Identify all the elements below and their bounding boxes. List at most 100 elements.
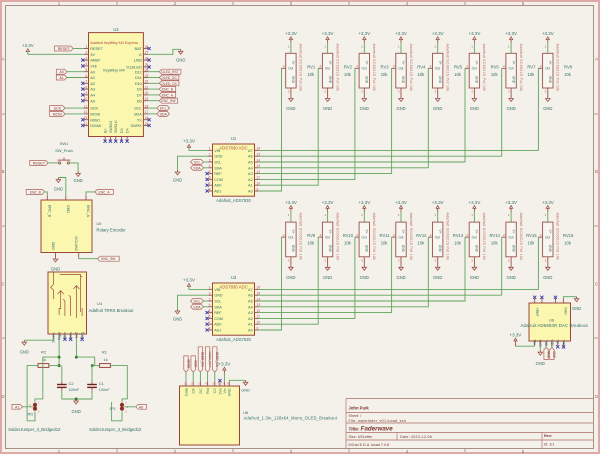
svg-text:ItsyBitsy M4: ItsyBitsy M4: [103, 68, 125, 73]
svg-text:+3.3V: +3.3V: [395, 200, 407, 205]
svg-text:28: 28: [145, 45, 149, 49]
svg-text:10k: 10k: [528, 241, 536, 246]
svg-text:U6: U6: [549, 318, 555, 323]
svg-text:ENC_SW: ENC_SW: [101, 257, 116, 261]
svg-text:MOSI: MOSI: [90, 112, 100, 117]
svg-text:GND: GND: [433, 275, 442, 280]
svg-text:A5: A5: [248, 161, 253, 165]
svg-text:10k: 10k: [564, 72, 572, 77]
svg-text:GND: GND: [396, 275, 405, 280]
svg-text:D12: D12: [135, 69, 143, 74]
svg-text:GND: GND: [396, 106, 405, 111]
svg-text:Vin: Vin: [223, 388, 227, 393]
svg-text:GND: GND: [291, 76, 295, 84]
svg-text:A4: A4: [248, 166, 253, 170]
svg-text:10k: 10k: [564, 241, 572, 246]
svg-text:7: 7: [85, 80, 87, 84]
svg-text:Left: Left: [75, 332, 79, 338]
svg-text:C: C: [595, 281, 598, 286]
svg-text:Adafruit SC6021S Pot 10k: Adafruit SC6021S Pot 10k: [335, 44, 339, 92]
svg-text:JP1: JP1: [109, 407, 116, 411]
svg-text:RV5: RV5: [454, 64, 463, 69]
svg-text:VIN: VIN: [214, 149, 220, 153]
svg-text:RV16: RV16: [563, 233, 574, 238]
svg-text:SDA: SDA: [552, 351, 556, 358]
svg-text:REF: REF: [214, 172, 222, 176]
svg-text:VREF: VREF: [535, 307, 539, 316]
svg-text:Out: Out: [325, 235, 330, 239]
svg-text:GND: GND: [54, 187, 63, 192]
svg-text:OLED_RST: OLED_RST: [161, 70, 178, 74]
svg-text:ENC_B: ENC_B: [48, 205, 52, 218]
svg-text:C: C: [1, 281, 4, 286]
svg-text:MOSI: MOSI: [186, 360, 190, 369]
svg-text:26: 26: [145, 56, 149, 60]
svg-text:GND: GND: [543, 106, 552, 111]
svg-text:D: D: [1, 394, 4, 399]
svg-text:Adafruit SC6021S Pot 10k: Adafruit SC6021S Pot 10k: [446, 212, 450, 260]
svg-text:ADS7830 ADC: ADS7830 ADC: [219, 285, 247, 290]
svg-text:Out: Out: [398, 235, 403, 239]
svg-text:U3: U3: [231, 275, 237, 280]
svg-text:CS: CS: [213, 388, 217, 394]
svg-text:SCK: SCK: [194, 360, 198, 368]
svg-text:14: 14: [84, 122, 88, 126]
svg-text:SolderJumper_3_Bridged12: SolderJumper_3_Bridged12: [89, 427, 142, 432]
svg-text:U2: U2: [113, 27, 119, 32]
svg-text:RV4: RV4: [417, 64, 426, 69]
svg-text:SCL: SCL: [214, 161, 221, 165]
svg-text:10k: 10k: [417, 241, 425, 246]
svg-text:GND: GND: [323, 106, 332, 111]
svg-text:4: 4: [85, 62, 87, 66]
svg-text:A3: A3: [248, 311, 253, 315]
svg-text:SolderJumper_3_Bridged12: SolderJumper_3_Bridged12: [8, 427, 61, 432]
svg-text:7: 7: [209, 321, 211, 325]
svg-text:+3.3V: +3.3V: [285, 200, 297, 205]
svg-text:10k: 10k: [344, 241, 352, 246]
svg-text:GND: GND: [401, 76, 405, 84]
svg-text:Out: Out: [288, 235, 293, 239]
svg-text:SCL: SCL: [214, 300, 221, 304]
svg-text:Adafruit SC6021S Pot 10k: Adafruit SC6021S Pot 10k: [372, 44, 376, 92]
svg-text:Adafruit SC6021S Pot 10k: Adafruit SC6021S Pot 10k: [482, 212, 486, 260]
svg-text:Adafruit SC6021S Pot 10k: Adafruit SC6021S Pot 10k: [299, 212, 303, 260]
svg-text:RESET: RESET: [33, 161, 46, 165]
svg-text:GND: GND: [365, 245, 369, 253]
svg-text:RESET: RESET: [90, 46, 103, 51]
svg-text:V+: V+: [401, 230, 405, 234]
svg-text:21: 21: [145, 85, 149, 89]
svg-text:V+: V+: [291, 230, 295, 234]
svg-text:RV3: RV3: [381, 64, 390, 69]
svg-text:File: wavefader_v01.kicad_sch: File: wavefader_v01.kicad_sch: [349, 419, 407, 423]
svg-text:SW_Push: SW_Push: [55, 148, 73, 153]
svg-text:Adafruit_ADS7830: Adafruit_ADS7830: [216, 337, 251, 342]
svg-text:GND: GND: [548, 76, 552, 84]
svg-text:GND: GND: [365, 76, 369, 84]
svg-text:GND: GND: [572, 306, 581, 311]
svg-text:RV8: RV8: [564, 64, 573, 69]
svg-text:GND: GND: [286, 275, 295, 280]
svg-text:RV10: RV10: [343, 233, 354, 238]
svg-text:5: 5: [209, 170, 211, 174]
svg-text:V+: V+: [328, 230, 332, 234]
svg-text:Out: Out: [545, 235, 550, 239]
svg-text:Out: Out: [545, 67, 550, 71]
svg-text:V+: V+: [365, 61, 369, 65]
svg-text:19: 19: [145, 97, 149, 101]
svg-text:GND: GND: [173, 178, 182, 183]
svg-text:Adafruit SC6021S Pot 10k: Adafruit SC6021S Pot 10k: [409, 212, 413, 260]
svg-text:GND: GND: [506, 275, 515, 280]
svg-text:A3: A3: [248, 172, 253, 176]
svg-text:+3.3V: +3.3V: [505, 200, 517, 205]
svg-text:25: 25: [145, 63, 149, 67]
svg-text:AREF: AREF: [90, 58, 101, 63]
svg-text:VHI: VHI: [90, 64, 96, 69]
svg-text:1: 1: [209, 286, 211, 290]
svg-text:SCL: SCL: [160, 107, 167, 111]
svg-text:GND: GND: [438, 76, 442, 84]
svg-text:A2: A2: [248, 317, 253, 321]
svg-text:1: 1: [209, 147, 211, 151]
svg-text:A2: A2: [248, 178, 253, 182]
svg-text:ENC_A: ENC_A: [162, 93, 174, 97]
svg-text:U5: U5: [96, 221, 102, 226]
